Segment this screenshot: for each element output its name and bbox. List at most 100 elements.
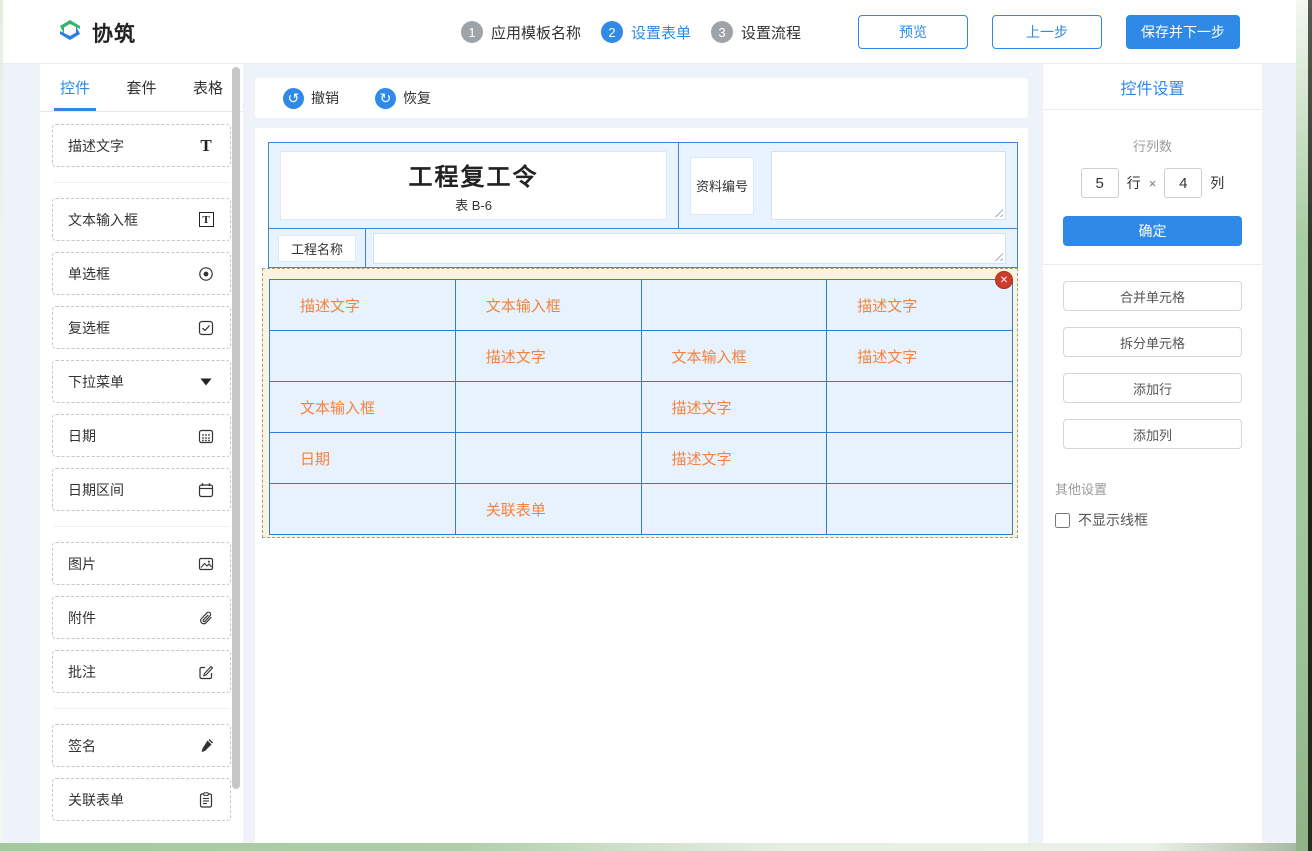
grid-cell[interactable]: 日期 — [270, 433, 456, 484]
rows-input[interactable] — [1081, 168, 1119, 198]
merge-cells-button[interactable]: 合并单元格 — [1063, 281, 1242, 311]
tab-tables[interactable]: 表格 — [187, 64, 229, 111]
prev-step-button[interactable]: 上一步 — [992, 15, 1102, 49]
project-name-label: 工程名称 — [278, 235, 356, 262]
input-box-icon: T — [197, 211, 215, 229]
step-2: 2 设置表单 — [601, 21, 691, 43]
logo-text: 协筑 — [92, 18, 136, 48]
grid-cell[interactable]: 文本输入框 — [270, 382, 456, 433]
grid-cell[interactable]: 文本输入框 — [641, 331, 827, 382]
form-subtitle: 表 B-6 — [455, 195, 492, 214]
doc-no-textarea[interactable] — [771, 151, 1006, 220]
widget-item-text-input[interactable]: 文本输入框 T — [52, 198, 231, 241]
grid-cell[interactable] — [455, 382, 641, 433]
cols-unit-label: 列 — [1210, 173, 1224, 193]
grid-cell[interactable]: 描述文字 — [641, 382, 827, 433]
header-actions: 预览 上一步 保存并下一步 — [858, 15, 1240, 49]
split-cells-button[interactable]: 拆分单元格 — [1063, 327, 1242, 357]
widget-item-description-text[interactable]: 描述文字 T — [52, 124, 231, 167]
logo-icon — [56, 16, 84, 49]
text-icon: T — [197, 137, 215, 155]
annotation-icon — [197, 663, 215, 681]
widget-item-annotation[interactable]: 批注 — [52, 650, 231, 693]
grid-row: 关联表单 — [270, 484, 1013, 535]
resize-handle-icon[interactable] — [994, 208, 1003, 217]
preview-button[interactable]: 预览 — [858, 15, 968, 49]
grid-cell[interactable]: 描述文字 — [641, 433, 827, 484]
rowcol-inputs: 行 × 列 — [1043, 168, 1262, 198]
step-1-indicator: 1 — [461, 21, 483, 43]
doc-no-label-cell[interactable]: 资料编号 — [679, 143, 765, 228]
confirm-button[interactable]: 确定 — [1063, 216, 1242, 246]
canvas-toolbar: ↺ 撤销 ↻ 恢复 — [255, 78, 1028, 118]
project-name-label-cell[interactable]: 工程名称 — [269, 229, 366, 268]
logo: 协筑 — [56, 16, 136, 49]
sidebar-scrollbar[interactable] — [232, 67, 240, 789]
form-title-box: 工程复工令 表 B-6 — [280, 151, 667, 220]
grid-cell[interactable] — [641, 280, 827, 331]
window-edge-left — [0, 0, 3, 843]
project-name-textarea[interactable] — [373, 233, 1006, 264]
hide-border-label[interactable]: 不显示线框 — [1078, 510, 1148, 530]
grid-cell[interactable] — [455, 433, 641, 484]
app-window: 协筑 1 应用模板名称 2 设置表单 3 设置流程 预览 上一步 保存并下一步 … — [0, 0, 1312, 851]
form-header-block[interactable]: 工程复工令 表 B-6 资料编号 工程名称 — [268, 142, 1018, 268]
grid-row: 描述文字 文本输入框 描述文字 — [270, 331, 1013, 382]
undo-icon: ↺ — [283, 88, 304, 109]
delete-grid-icon[interactable]: ✕ — [995, 271, 1013, 289]
grid-cell[interactable] — [827, 433, 1013, 484]
widget-item-attachment[interactable]: 附件 — [52, 596, 231, 639]
widget-item-dropdown[interactable]: 下拉菜单 — [52, 360, 231, 403]
grid-cell[interactable]: 文本输入框 — [455, 280, 641, 331]
other-settings-label: 其他设置 — [1055, 479, 1262, 498]
widget-separator — [54, 708, 229, 709]
grid-cell[interactable]: 描述文字 — [270, 280, 456, 331]
image-icon — [197, 555, 215, 573]
widget-item-date[interactable]: 日期 — [52, 414, 231, 457]
hide-border-checkbox[interactable] — [1055, 513, 1070, 528]
widget-separator — [54, 182, 229, 183]
undo-button[interactable]: ↺ 撤销 — [283, 88, 339, 109]
linked-form-icon — [197, 791, 215, 809]
grid-cell[interactable] — [641, 484, 827, 535]
redo-button[interactable]: ↻ 恢复 — [375, 88, 431, 109]
rows-unit-label: 行 — [1127, 173, 1141, 193]
widget-item-image[interactable]: 图片 — [52, 542, 231, 585]
form-title-cell[interactable]: 工程复工令 表 B-6 — [269, 143, 679, 228]
grid-cell[interactable] — [827, 382, 1013, 433]
grid-cell[interactable] — [270, 484, 456, 535]
cols-input[interactable] — [1164, 168, 1202, 198]
doc-no-label: 资料编号 — [690, 157, 754, 215]
selected-grid-block[interactable]: ✕ 描述文字 文本输入框 描述文字 描述文字 文本输入框 描述文字 — [262, 268, 1018, 538]
tab-kits[interactable]: 套件 — [120, 64, 162, 111]
resize-handle-icon[interactable] — [994, 252, 1003, 261]
widget-item-signature[interactable]: 签名 — [52, 724, 231, 767]
widget-item-radio[interactable]: 单选框 — [52, 252, 231, 295]
widget-list: 描述文字 T 文本输入框 T 单选框 复选框 下拉菜 — [40, 112, 243, 821]
grid-cell[interactable]: 描述文字 — [455, 331, 641, 382]
widget-item-linked-form[interactable]: 关联表单 — [52, 778, 231, 821]
paperclip-icon — [197, 609, 215, 627]
grid-cell[interactable]: 描述文字 — [827, 331, 1013, 382]
add-row-button[interactable]: 添加行 — [1063, 373, 1242, 403]
tab-controls[interactable]: 控件 — [54, 64, 96, 111]
form-title: 工程复工令 — [409, 157, 539, 192]
widget-item-checkbox[interactable]: 复选框 — [52, 306, 231, 349]
widget-item-date-range[interactable]: 日期区间 — [52, 468, 231, 511]
form-header-row2: 工程名称 — [269, 228, 1017, 268]
add-column-button[interactable]: 添加列 — [1063, 419, 1242, 449]
top-header: 协筑 1 应用模板名称 2 设置表单 3 设置流程 预览 上一步 保存并下一步 — [3, 0, 1296, 64]
project-name-input-cell[interactable] — [366, 229, 1017, 268]
stepper: 1 应用模板名称 2 设置表单 3 设置流程 — [461, 0, 801, 64]
grid-cell[interactable]: 关联表单 — [455, 484, 641, 535]
step-1: 1 应用模板名称 — [461, 21, 581, 43]
save-next-button[interactable]: 保存并下一步 — [1126, 15, 1240, 49]
form-grid-table: 描述文字 文本输入框 描述文字 描述文字 文本输入框 描述文字 文本输入框 — [269, 279, 1013, 535]
window-edge-right-dark — [1308, 0, 1312, 851]
grid-cell[interactable] — [827, 484, 1013, 535]
grid-cell[interactable] — [270, 331, 456, 382]
grid-cell[interactable]: 描述文字 — [827, 280, 1013, 331]
times-symbol: × — [1149, 176, 1157, 191]
step-2-label: 设置表单 — [631, 22, 691, 43]
doc-no-input-cell[interactable] — [765, 143, 1017, 228]
